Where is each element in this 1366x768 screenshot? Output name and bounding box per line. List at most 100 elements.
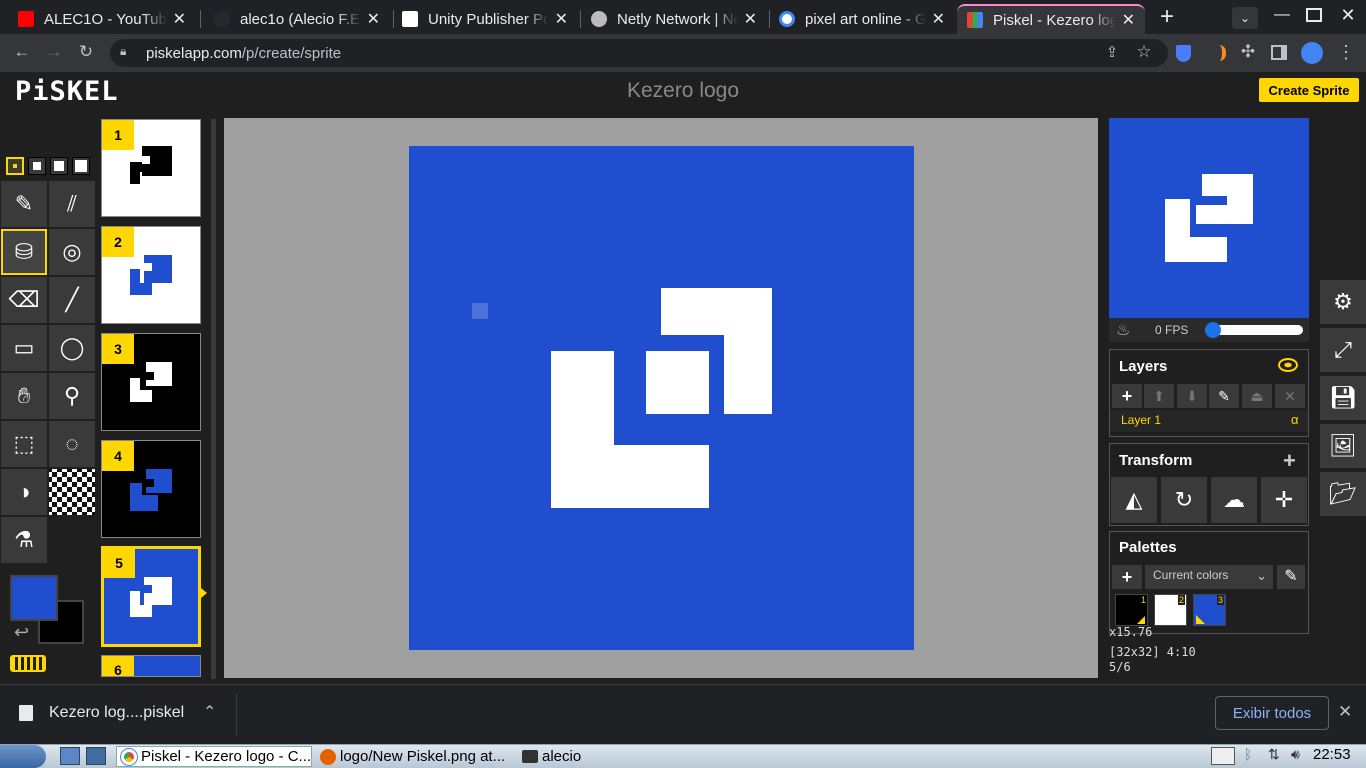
close-download-bar-icon[interactable]: ✕ <box>1338 702 1352 722</box>
frame-thumbnail[interactable]: 3 <box>101 333 201 431</box>
layer-row[interactable]: Layer 1 α <box>1110 410 1308 432</box>
tab-netly[interactable]: Netly Network | Ne ✕ <box>581 4 767 34</box>
tab-search-icon[interactable]: ⌄ <box>1232 7 1258 29</box>
sprite-canvas[interactable] <box>409 146 914 650</box>
export-image-icon[interactable]: 🖼︎ <box>1320 424 1366 468</box>
circle-tool-icon[interactable]: ◯ <box>49 325 95 371</box>
file-manager-icon[interactable] <box>86 747 106 765</box>
frame-thumbnail[interactable]: 6 <box>101 655 201 677</box>
primary-color-swatch[interactable] <box>10 575 58 621</box>
layer-alpha-icon[interactable]: α <box>1291 412 1299 427</box>
palette-swatch[interactable]: 2 <box>1154 594 1187 626</box>
eraser-tool-icon[interactable]: ⌫ <box>1 277 47 323</box>
close-icon[interactable]: ✕ <box>173 9 186 29</box>
frame-thumbnail[interactable]: 4 <box>101 440 201 538</box>
toggle-layer-preview-eye-icon[interactable] <box>1278 358 1298 372</box>
merge-layer-icon[interactable]: ⏏ <box>1242 384 1272 408</box>
lighten-tool-icon[interactable]: ◑ <box>1 469 47 515</box>
rotate-icon[interactable]: ↻ <box>1161 477 1207 523</box>
pen-size-1[interactable] <box>6 157 24 175</box>
lasso-select-tool-icon[interactable]: ◌ <box>49 421 95 467</box>
extension-moon-icon[interactable] <box>1212 45 1226 61</box>
reload-icon[interactable]: ↻ <box>74 42 98 62</box>
close-icon[interactable]: ✕ <box>555 9 568 29</box>
page-title[interactable]: Kezero logo <box>520 79 846 103</box>
profile-avatar[interactable] <box>1301 42 1323 64</box>
create-sprite-button[interactable]: Create Sprite <box>1259 78 1359 102</box>
save-icon[interactable]: 💾︎ <box>1320 376 1366 420</box>
download-file-name[interactable]: Kezero log....piskel <box>49 704 184 722</box>
move-hand-tool-icon[interactable]: ✋︎ <box>1 373 47 419</box>
edit-layer-icon[interactable]: ✎ <box>1209 384 1239 408</box>
address-bar[interactable]: 🔒︎ piskelapp.com/p/create/sprite <box>110 39 1168 67</box>
network-icon[interactable]: ⇅ <box>1268 746 1280 763</box>
browser-menu-icon[interactable]: ⋮ <box>1336 42 1356 63</box>
forward-icon[interactable]: → <box>42 42 66 62</box>
tab-github[interactable]: alec1o (Alecio F.E F ✕ <box>204 4 390 34</box>
transform-expand-icon[interactable]: + <box>1283 448 1296 474</box>
move-layer-down-icon[interactable]: ⬇ <box>1177 384 1207 408</box>
onion-skin-icon[interactable]: ♨ <box>1116 320 1136 340</box>
color-picker-tool-icon[interactable]: ⚗ <box>1 517 47 563</box>
palette-swatch[interactable]: 1 <box>1115 594 1148 626</box>
show-desktop-icon[interactable] <box>60 747 80 765</box>
palette-swatch[interactable]: 3 <box>1193 594 1226 626</box>
add-palette-button[interactable]: + <box>1112 565 1142 589</box>
close-icon[interactable]: ✕ <box>1122 10 1135 30</box>
frame-thumbnail[interactable]: 1 <box>101 119 201 217</box>
tab-youtube[interactable]: ALEC1O - YouTube ✕ <box>8 4 196 34</box>
maximize-icon[interactable] <box>1306 8 1322 22</box>
pen-size-2[interactable] <box>28 157 46 175</box>
shape-selection-tool-icon[interactable]: ⚲ <box>49 373 95 419</box>
pen-tool-icon[interactable]: ✎ <box>1 181 47 227</box>
close-icon[interactable]: ✕ <box>367 9 380 29</box>
bluetooth-icon[interactable]: ᛒ <box>1244 746 1252 762</box>
pen-size-4[interactable] <box>72 157 90 175</box>
frames-scrollbar[interactable] <box>211 119 216 679</box>
start-menu-icon[interactable] <box>0 745 46 768</box>
pen-size-3[interactable] <box>50 157 68 175</box>
tab-google[interactable]: pixel art online - G ✕ <box>769 4 955 34</box>
extensions-puzzle-icon[interactable]: ✣ <box>1236 42 1260 62</box>
animation-preview[interactable] <box>1109 118 1309 318</box>
add-layer-button[interactable]: + <box>1112 384 1142 408</box>
delete-layer-icon[interactable]: ✕ <box>1275 384 1305 408</box>
close-icon[interactable]: ✕ <box>932 9 945 29</box>
frame-thumbnail[interactable]: 2 <box>101 226 201 324</box>
close-icon[interactable]: ✕ <box>744 9 757 29</box>
keyboard-tray-icon[interactable] <box>1211 747 1235 765</box>
minimize-icon[interactable]: — <box>1272 6 1292 24</box>
taskbar-item-folder[interactable]: alecio <box>518 746 618 767</box>
fps-slider-thumb[interactable] <box>1205 322 1221 338</box>
chevron-up-icon[interactable]: ⌃ <box>203 702 216 722</box>
show-all-downloads-button[interactable]: Exibir todos <box>1215 696 1329 730</box>
tab-piskel[interactable]: Piskel - Kezero logo ✕ <box>957 4 1145 34</box>
stroke-tool-icon[interactable]: ╱ <box>49 277 95 323</box>
rectangle-tool-icon[interactable]: ▭ <box>1 325 47 371</box>
extension-shield-icon[interactable] <box>1176 45 1191 62</box>
side-panel-icon[interactable] <box>1271 45 1287 60</box>
dithering-tool-icon[interactable] <box>49 469 95 515</box>
window-close-icon[interactable]: ✕ <box>1338 5 1358 26</box>
share-icon[interactable]: ⇪ <box>1100 43 1124 61</box>
paint-bucket-tool-icon[interactable]: ⛁ <box>1 229 47 275</box>
import-folder-icon[interactable]: 📂︎ <box>1320 472 1366 516</box>
swap-colors-icon[interactable]: ↩ <box>14 622 29 643</box>
keyboard-shortcuts-icon[interactable] <box>10 655 46 672</box>
frame-thumbnail-selected[interactable]: 5 <box>101 546 201 647</box>
taskbar-item-firefox[interactable]: logo/New Piskel.png at... <box>316 746 514 767</box>
new-tab-button[interactable]: + <box>1153 4 1181 32</box>
flip-horizontal-icon[interactable]: ◭ <box>1111 477 1157 523</box>
center-align-icon[interactable]: ✛ <box>1261 477 1307 523</box>
move-layer-up-icon[interactable]: ⬆ <box>1144 384 1174 408</box>
mirror-pen-tool-icon[interactable]: ⫽ <box>49 181 95 227</box>
palette-select[interactable]: Current colors ⌄ <box>1145 565 1273 589</box>
settings-gear-icon[interactable]: ⚙ <box>1320 280 1366 324</box>
clone-sheep-icon[interactable]: ☁ <box>1211 477 1257 523</box>
volume-icon[interactable]: 🔊︎ <box>1291 746 1300 763</box>
resize-icon[interactable]: ⤢ <box>1320 328 1366 372</box>
back-icon[interactable]: ← <box>10 42 34 62</box>
tab-unity[interactable]: Unity Publisher Po ✕ <box>392 4 578 34</box>
fps-slider[interactable] <box>1205 322 1303 338</box>
piskel-logo[interactable]: PiSKEL <box>15 76 119 107</box>
